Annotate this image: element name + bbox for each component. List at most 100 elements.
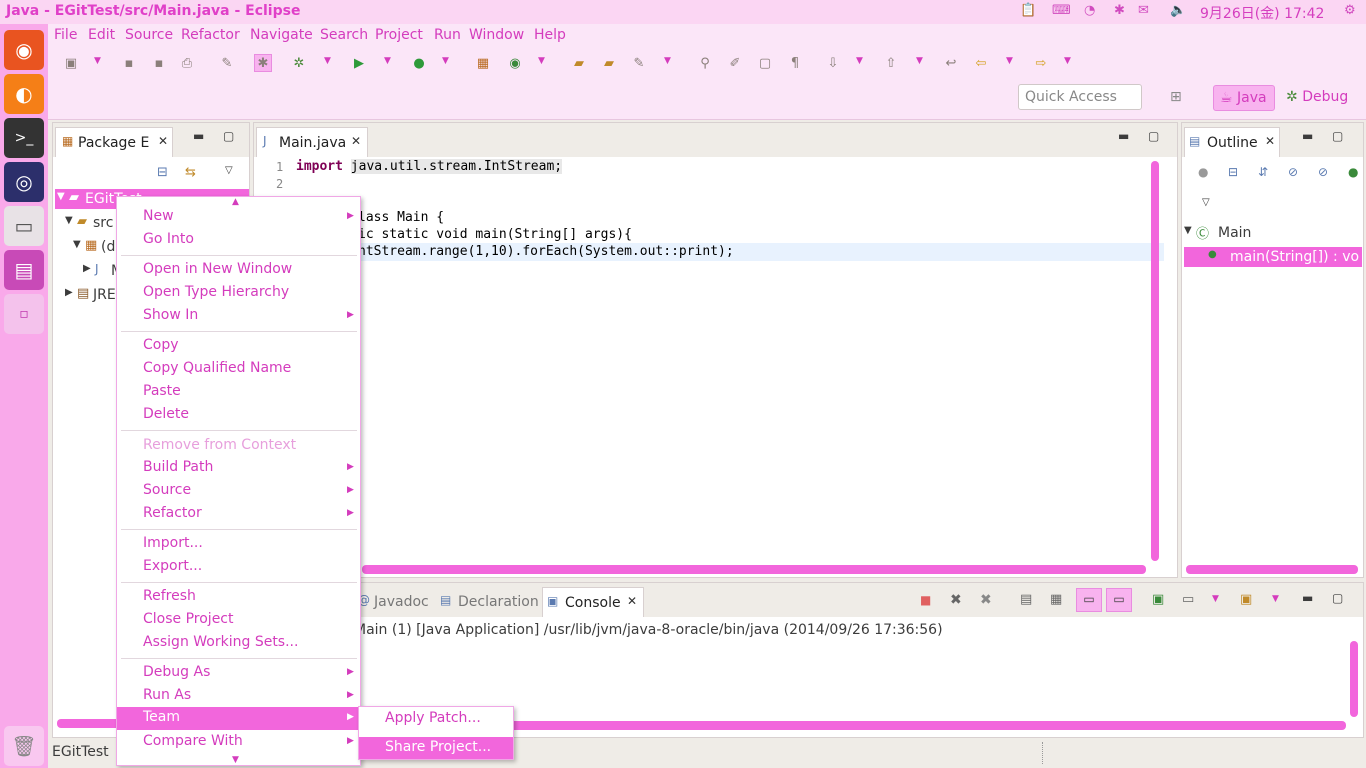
terminate-icon[interactable]: ■ — [920, 593, 931, 607]
expand-icon[interactable]: ▶ — [83, 263, 91, 274]
view-menu-icon[interactable]: ▽ — [225, 165, 233, 176]
maximize-icon[interactable]: ▢ — [1332, 591, 1343, 605]
menu-item-compare-with[interactable]: Compare With ▶ — [117, 733, 360, 755]
bluetooth-icon[interactable]: ✱ — [1114, 3, 1125, 18]
menu-item-copy[interactable]: Copy — [117, 337, 360, 359]
clear-console-icon[interactable]: ▤ — [1020, 592, 1032, 607]
forward-dropdown-icon[interactable]: ▼ — [1064, 56, 1071, 66]
minimize-icon[interactable]: ▬ — [1302, 129, 1313, 143]
volume-icon[interactable]: 🔈 — [1170, 3, 1186, 18]
show-whitespace-icon[interactable]: ¶ — [786, 54, 804, 72]
new-class-dropdown-icon[interactable]: ▼ — [538, 56, 545, 66]
back-dropdown-icon[interactable]: ▼ — [1006, 56, 1013, 66]
mail-icon[interactable]: ✉ — [1138, 3, 1149, 18]
sort-icon[interactable]: ⇵ — [1258, 165, 1268, 179]
menu-file[interactable]: File — [54, 27, 77, 43]
previous-annotation-dropdown-icon[interactable]: ▼ — [916, 56, 923, 66]
menu-run[interactable]: Run — [434, 27, 461, 43]
perspective-java-button[interactable]: ☕ Java — [1213, 85, 1275, 111]
code-line[interactable]: ntStream.range(1,10).forEach(System.out:… — [358, 244, 734, 259]
disk-icon[interactable]: ▭ — [4, 206, 44, 246]
expand-icon[interactable]: ▼ — [73, 239, 81, 250]
outline-item-method[interactable]: ● main(String[]) : void — [1184, 247, 1362, 267]
remove-launch-icon[interactable]: ✖ — [950, 592, 962, 608]
maximize-icon[interactable]: ▢ — [1332, 129, 1343, 143]
view-menu-icon[interactable]: ▽ — [1202, 197, 1210, 208]
skip-breakpoints-icon[interactable]: ✱ — [254, 54, 272, 72]
keyboard-icon[interactable]: ⌨ — [1052, 3, 1071, 18]
code-line[interactable]: import java.util.stream.IntStream; — [296, 159, 563, 174]
minimize-icon[interactable]: ▬ — [1302, 591, 1313, 605]
menu-item-refactor[interactable]: Refactor ▶ — [117, 505, 360, 527]
open-console-dropdown-icon[interactable]: ▼ — [1272, 594, 1279, 604]
menu-source[interactable]: Source — [125, 27, 173, 43]
run-icon[interactable]: ▶ — [350, 54, 368, 72]
menu-item-apply-patch[interactable]: Apply Patch... — [359, 709, 513, 731]
menu-item-share-project[interactable]: Share Project... — [359, 737, 513, 759]
save-icon[interactable]: ▪ — [120, 54, 138, 72]
search-dropdown-icon[interactable]: ▼ — [664, 56, 671, 66]
expand-icon[interactable]: ▼ — [65, 215, 73, 226]
tab-javadoc[interactable]: Javadoc — [374, 594, 429, 610]
external-tools-dropdown-icon[interactable]: ▼ — [442, 56, 449, 66]
menu-item-go-into[interactable]: Go Into — [117, 231, 360, 253]
quick-access-input[interactable]: Quick Access — [1018, 84, 1142, 110]
show-on-stdout-icon[interactable]: ▭ — [1076, 588, 1102, 612]
menu-item-build-path[interactable]: Build Path ▶ — [117, 459, 360, 481]
show-on-stderr-icon[interactable]: ▭ — [1106, 588, 1132, 612]
menu-item-show-in[interactable]: Show In ▶ — [117, 307, 360, 329]
debug-icon[interactable]: ✲ — [290, 54, 308, 72]
hide-nonpublic-icon[interactable]: ● — [1348, 165, 1358, 179]
terminal-icon[interactable]: >_ — [4, 118, 44, 158]
tab-main-java[interactable]: J Main.java ✕ — [256, 127, 368, 157]
horizontal-scrollbar[interactable] — [1186, 565, 1358, 574]
toggle-ant-editor-icon[interactable]: ⚲ — [696, 54, 714, 72]
vertical-scrollbar[interactable] — [1151, 161, 1159, 561]
clipboard-icon[interactable]: 📋 — [1020, 3, 1036, 18]
remove-all-terminated-icon[interactable]: ✖ — [980, 592, 992, 608]
scroll-lock-icon[interactable]: ▦ — [1050, 592, 1062, 607]
menu-item-close-project[interactable]: Close Project — [117, 611, 360, 633]
perspective-debug-button[interactable]: ✲ Debug — [1286, 85, 1348, 109]
close-icon[interactable]: ✕ — [627, 594, 637, 608]
toggle-breakpoint-icon[interactable]: ✎ — [218, 54, 236, 72]
next-annotation-dropdown-icon[interactable]: ▼ — [856, 56, 863, 66]
open-console-icon[interactable]: ▣ — [1240, 592, 1252, 607]
menu-search[interactable]: Search — [320, 27, 368, 43]
scroll-down-icon[interactable]: ▼ — [232, 755, 239, 765]
new-java-class-icon[interactable]: ◉ — [506, 54, 524, 72]
hide-fields-icon[interactable]: ⊘ — [1288, 165, 1298, 179]
close-icon[interactable]: ✕ — [351, 134, 361, 148]
menu-item-open-in-new-window[interactable]: Open in New Window — [117, 261, 360, 283]
eclipse-icon[interactable]: ◎ — [4, 162, 44, 202]
menu-item-new[interactable]: New ▶ — [117, 208, 360, 230]
horizontal-scrollbar[interactable] — [362, 565, 1146, 574]
print-icon[interactable]: ⎙ — [178, 54, 196, 72]
focus-icon[interactable]: ● — [1198, 165, 1208, 179]
expand-icon[interactable]: ▶ — [65, 287, 73, 298]
external-tools-icon[interactable]: ● — [410, 54, 428, 72]
files-icon[interactable]: ▫ — [4, 294, 44, 334]
code-line[interactable]: ic static void main(String[] args){ — [358, 227, 632, 242]
new-java-package-icon[interactable]: ▦ — [474, 54, 492, 72]
menu-item-paste[interactable]: Paste — [117, 383, 360, 405]
forward-icon[interactable]: ⇨ — [1032, 54, 1050, 72]
mark-occurrences-icon[interactable]: ✐ — [726, 54, 744, 72]
code-line[interactable]: lass Main { — [358, 210, 444, 225]
ubuntu-dash-icon[interactable]: ◉ — [4, 30, 44, 70]
next-annotation-icon[interactable]: ⇩ — [824, 54, 842, 72]
menu-window[interactable]: Window — [469, 27, 524, 43]
expand-icon[interactable]: ▼ — [1184, 225, 1192, 236]
menu-item-copy-qualified-name[interactable]: Copy Qualified Name — [117, 360, 360, 382]
collapse-all-icon[interactable]: ⊟ — [1228, 165, 1238, 179]
open-task-icon[interactable]: ▰ — [600, 54, 618, 72]
tab-outline[interactable]: ▤ Outline ✕ — [1184, 127, 1280, 157]
expand-icon[interactable]: ▼ — [57, 191, 65, 202]
outline-item-class[interactable]: ▼ Ⓒ Main — [1184, 223, 1362, 243]
new-icon[interactable]: ▣ — [62, 54, 80, 72]
display-console-icon[interactable]: ▭ — [1182, 592, 1194, 607]
back-icon[interactable]: ⇦ — [972, 54, 990, 72]
collapse-all-icon[interactable]: ⊟ — [157, 165, 168, 180]
menu-item-team[interactable]: Team ▶ — [117, 707, 360, 730]
menu-item-source[interactable]: Source ▶ — [117, 482, 360, 504]
